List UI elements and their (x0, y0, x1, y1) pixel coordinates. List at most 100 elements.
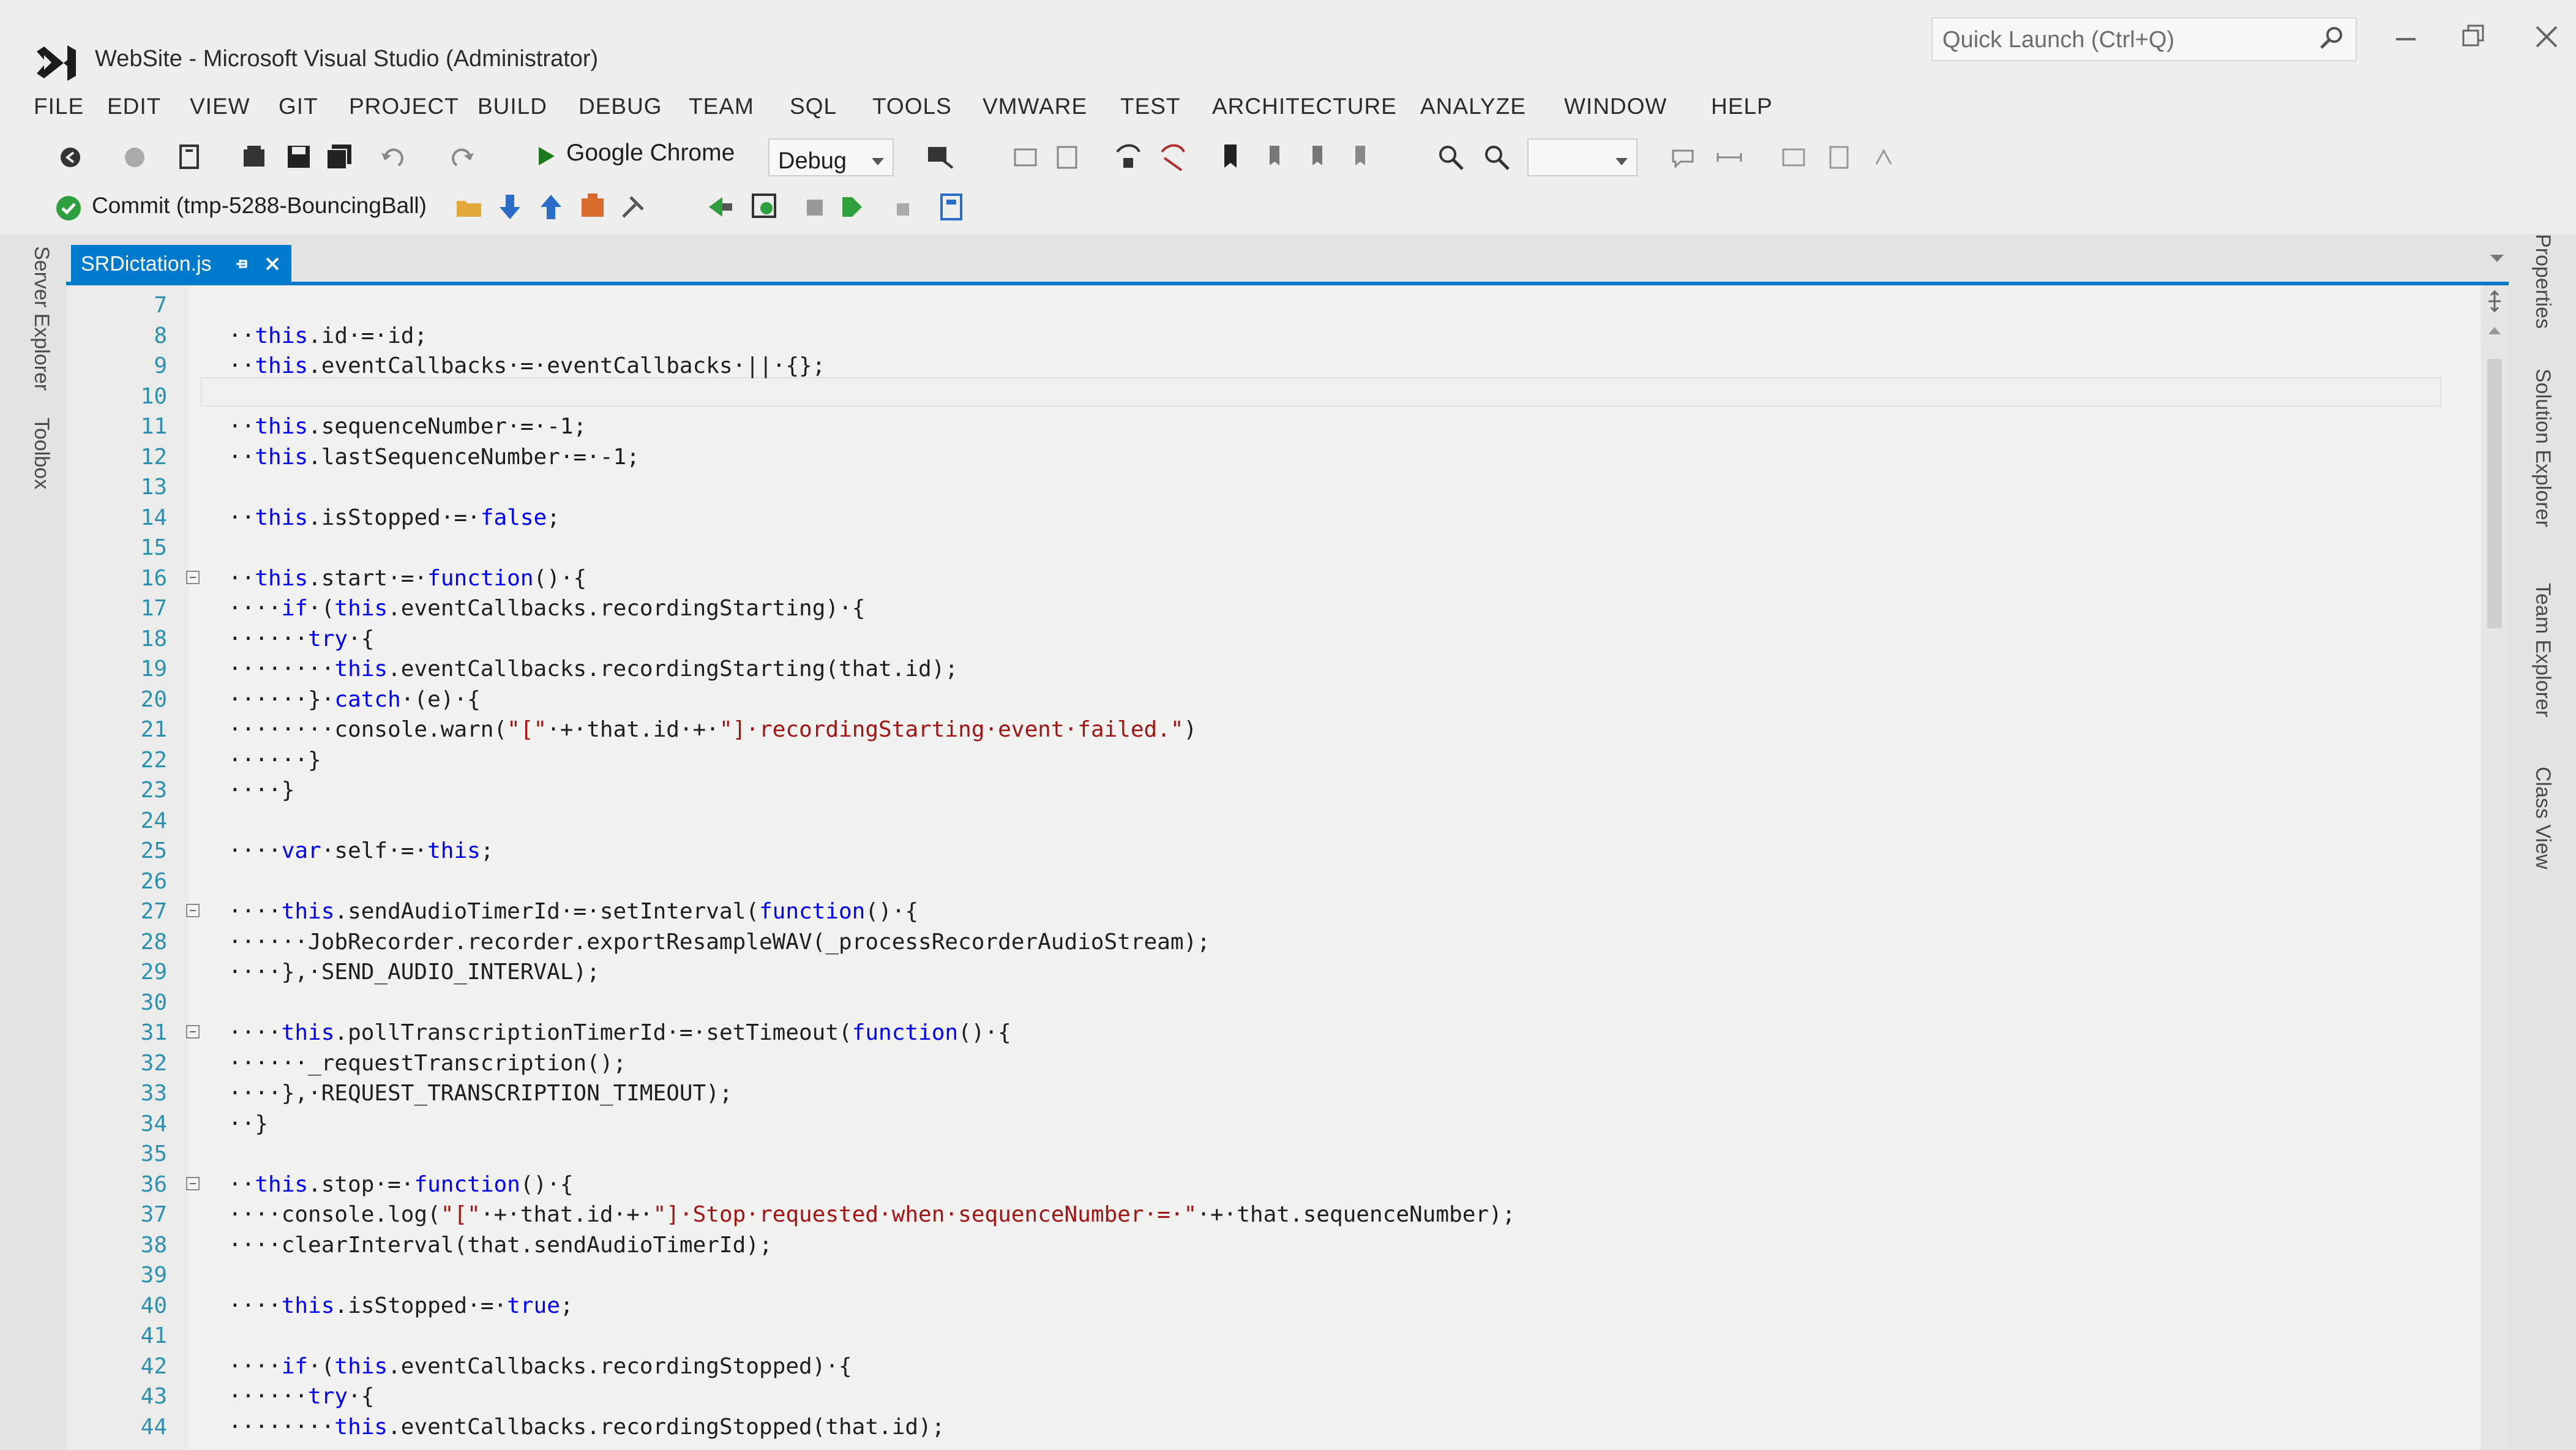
code-line[interactable]: 29 ····},·SEND_AUDIO_INTERVAL); (66, 957, 2441, 988)
code-line[interactable]: 21 ········console.warn("["·+·that.id·+·"… (66, 715, 2441, 745)
collapse-region-icon[interactable] (186, 904, 200, 917)
code-line[interactable]: 26 (66, 866, 2441, 897)
new-project-icon[interactable] (174, 141, 206, 173)
sync-icon[interactable] (577, 190, 610, 223)
tab-srdictation-js[interactable]: SRDictation.js (71, 245, 291, 284)
menu-window[interactable]: WINDOW (1564, 94, 1667, 119)
menu-sql[interactable]: SQL (790, 94, 837, 119)
collapse-region-icon[interactable] (186, 1025, 200, 1039)
split-editor-icon[interactable] (2485, 289, 2504, 314)
close-icon[interactable] (262, 254, 283, 274)
code-line[interactable]: 15 (66, 533, 2441, 563)
bookmark-icon[interactable] (1218, 141, 1243, 173)
class-view-tab[interactable]: Class View (2531, 767, 2555, 870)
code-line[interactable]: 38 ····clearInterval(that.sendAudioTimerI… (66, 1230, 2441, 1261)
find-in-files-icon[interactable] (1010, 142, 1041, 173)
menu-tools[interactable]: TOOLS (872, 94, 952, 119)
menu-vmware[interactable]: VMWARE (983, 94, 1087, 119)
code-line[interactable]: 34 ··} (66, 1109, 2441, 1140)
code-line[interactable]: 43 ······try·{ (66, 1381, 2441, 1412)
server-explorer-tab[interactable]: Server Explorer (29, 246, 53, 391)
code-line[interactable]: 35 (66, 1139, 2441, 1170)
history-icon[interactable] (802, 192, 829, 222)
find-combo[interactable] (1527, 138, 1638, 176)
menu-architecture[interactable]: ARCHITECTURE (1212, 94, 1397, 119)
code-line[interactable]: 23 ····} (66, 775, 2441, 806)
code-line[interactable]: 32 ······_requestTranscription(); (66, 1048, 2441, 1079)
quick-launch-search[interactable]: Quick Launch (Ctrl+Q) (1931, 17, 2357, 61)
code-line[interactable]: 27 ····this.sendAudioTimerId·=·setInterva… (66, 896, 2441, 927)
toolbox-tab[interactable]: Toolbox (29, 418, 53, 489)
menu-view[interactable]: VIEW (190, 94, 250, 119)
indent-icon[interactable] (1778, 142, 1809, 173)
code-line[interactable]: 16 ··this.start·=·function()·{ (66, 563, 2441, 594)
code-line[interactable]: 39 (66, 1260, 2441, 1291)
scrollbar-thumb[interactable] (2487, 359, 2502, 628)
code-line[interactable]: 44 ········this.eventCallbacks.recordingS… (66, 1412, 2441, 1443)
previous-bookmark-icon[interactable] (1261, 141, 1292, 173)
navigate-forward-icon[interactable] (119, 142, 150, 173)
code-line[interactable]: 14 ··this.isStopped·=·false; (66, 503, 2441, 533)
repository-settings-icon[interactable] (937, 190, 973, 224)
push-icon[interactable] (536, 191, 566, 223)
collapse-region-icon[interactable] (186, 1176, 200, 1190)
run-target-label[interactable]: Google Chrome (566, 140, 735, 167)
solution-explorer-tab[interactable]: Solution Explorer (2531, 369, 2555, 527)
redo-icon[interactable] (447, 141, 479, 173)
settings-tools-icon[interactable] (617, 190, 650, 223)
code-line[interactable]: 41 (66, 1321, 2441, 1351)
format-icon[interactable] (1870, 142, 1901, 173)
chevron-down-icon[interactable] (2488, 252, 2506, 265)
pin-icon[interactable] (231, 254, 252, 274)
attach-process-icon[interactable] (923, 141, 957, 173)
clear-bookmarks-icon[interactable] (1347, 141, 1377, 173)
code-line[interactable]: 10 (66, 381, 2441, 412)
open-file-icon[interactable] (239, 141, 271, 173)
code-line[interactable]: 12 ··this.lastSequenceNumber·=·-1; (66, 442, 2441, 473)
code-line[interactable]: 20 ······}·catch·(e)·{ (66, 685, 2441, 715)
changes-icon[interactable] (837, 191, 867, 223)
code-line[interactable]: 11 ··this.sequenceNumber·=·-1; (66, 411, 2441, 442)
collapse-region-icon[interactable] (186, 570, 200, 584)
menu-build[interactable]: BUILD (477, 94, 547, 119)
find-results-icon[interactable] (1053, 142, 1084, 173)
vertical-scrollbar[interactable] (2481, 285, 2509, 1450)
code-line[interactable]: 24 (66, 806, 2441, 836)
menu-edit[interactable]: EDIT (107, 94, 161, 119)
code-line[interactable]: 33 ····},·REQUEST_TRANSCRIPTION_TIMEOUT); (66, 1078, 2441, 1109)
code-line[interactable]: 18 ······try·{ (66, 624, 2441, 655)
menu-debug[interactable]: DEBUG (578, 94, 662, 119)
next-bookmark-icon[interactable] (1304, 141, 1335, 173)
code-line[interactable]: 42 ····if·(this.eventCallbacks.recordingS… (66, 1351, 2441, 1382)
pull-icon[interactable] (495, 191, 525, 223)
menu-file[interactable]: FILE (34, 94, 84, 119)
step-out-icon[interactable] (1156, 140, 1190, 174)
undo-icon[interactable] (376, 141, 408, 173)
menu-project[interactable]: PROJECT (349, 94, 459, 119)
code-line[interactable]: 37 ····console.log("["·+·that.id·+·"]·Sto… (66, 1200, 2441, 1230)
properties-tab[interactable]: Properties (2531, 234, 2555, 329)
save-icon[interactable] (283, 141, 315, 173)
code-editor[interactable]: 7 8 ··this.id·=·id; 9 ··this.eventCallbacks·… (66, 285, 2509, 1450)
menu-help[interactable]: HELP (1711, 94, 1773, 119)
code-line[interactable]: 22 ······} (66, 745, 2441, 776)
code-line[interactable]: 9 ··this.eventCallbacks·=·eventCallbacks·… (66, 351, 2441, 381)
folder-icon[interactable] (453, 191, 485, 223)
branch-icon[interactable] (704, 191, 736, 223)
merge-icon[interactable] (748, 190, 782, 224)
commit-label[interactable]: Commit (tmp-5288-BouncingBall) (92, 193, 427, 219)
minimize-icon[interactable] (2387, 18, 2424, 55)
navigate-back-icon[interactable] (55, 142, 86, 173)
save-all-icon[interactable] (323, 141, 355, 173)
code-line[interactable]: 13 (66, 472, 2441, 503)
menu-git[interactable]: GIT (279, 94, 318, 119)
scroll-up-icon[interactable] (2487, 325, 2502, 337)
code-line[interactable]: 17 ····if·(this.eventCallbacks.recordingS… (66, 593, 2441, 624)
start-debugging-icon[interactable] (531, 142, 560, 170)
stash-icon[interactable] (891, 192, 915, 222)
code-line[interactable]: 31 ····this.pollTranscriptionTimerId·=·se… (66, 1018, 2441, 1048)
zoom-in-icon[interactable] (1436, 142, 1466, 173)
code-line[interactable]: 36 ··this.stop·=·function()·{ (66, 1170, 2441, 1200)
team-explorer-tab[interactable]: Team Explorer (2531, 583, 2555, 717)
code-line[interactable]: 28 ······JobRecorder.recorder.exportResam… (66, 927, 2441, 958)
